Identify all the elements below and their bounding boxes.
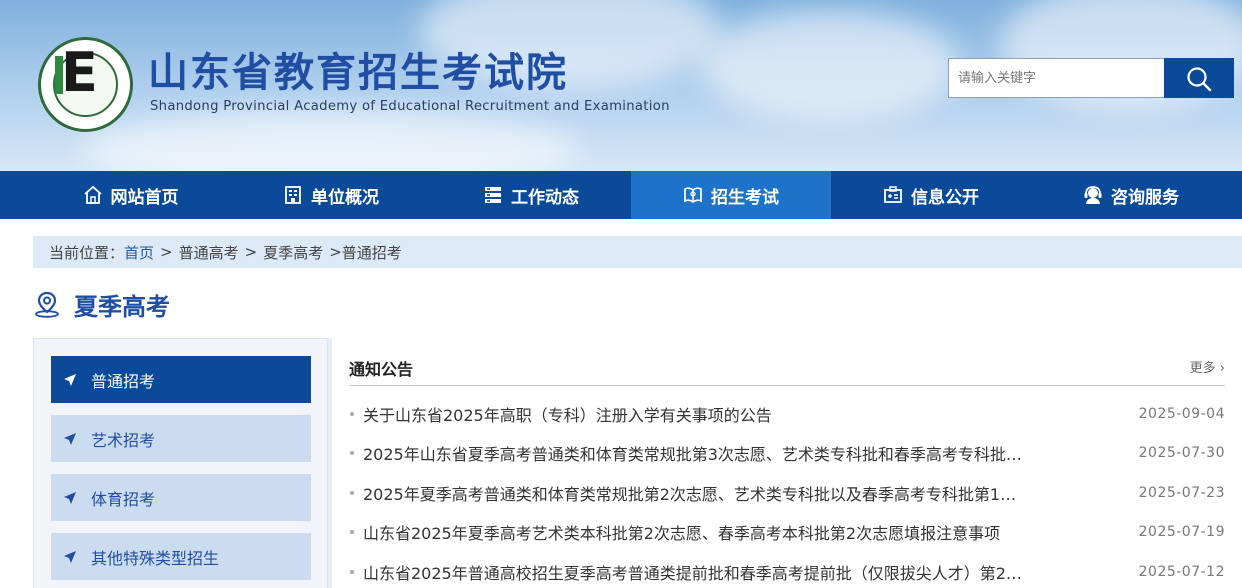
column-divider [328,338,332,588]
bullet-icon [350,490,354,495]
sidebar-item-label: 艺术招考 [91,430,156,450]
nav-item-news[interactable]: 工作动态 [431,171,631,219]
building-icon [285,186,301,204]
notice-title[interactable]: 关于山东省2025年高职（专科）注册入学有关事项的公告 [363,402,1025,426]
breadcrumb-level1-link[interactable]: 普通高考 [179,242,239,263]
nav-item-home[interactable]: 网站首页 [0,171,231,219]
breadcrumb-prefix: 当前位置： [49,243,125,262]
search-button[interactable] [1164,58,1234,98]
list-item[interactable]: 关于山东省2025年高职（专科）注册入学有关事项的公告 2025-09-04 [349,394,1225,434]
nav-item-label: 信息公开 [911,187,979,208]
search-input[interactable] [948,58,1165,98]
sidebar: 普通招考 艺术招考 体育招考 其他特殊类型招生 [33,338,328,588]
notice-date: 2025-07-23 [1138,484,1225,501]
notice-date: 2025-07-19 [1138,524,1225,541]
list-item[interactable]: 2025年山东省夏季高考普通类和体育类常规批第3次志愿、艺术类专科批和春季高考专… [349,434,1225,474]
nav-item-disclosure[interactable]: 信息公开 [831,171,1031,219]
cloud-decoration [80,110,580,171]
sidebar-item-label: 其他特殊类型招生 [91,548,220,568]
nav-item-label: 咨询服务 [1111,187,1179,208]
site-logo[interactable]: E [38,37,133,132]
arrow-icon [64,373,76,386]
sidebar-item-label: 普通招考 [91,371,156,391]
main-nav: 网站首页 单位概况 工作动态 招生考试 信息公开 咨询服务 [0,171,1242,219]
id-card-icon [884,186,902,203]
site-subtitle-english: Shandong Provincial Academy of Education… [150,99,670,114]
arrow-icon [64,550,76,563]
list-item[interactable]: 山东省2025年夏季高考艺术类本科批第2次志愿、春季高考本科批第2次志愿填报注意… [349,513,1225,553]
sidebar-item-general[interactable]: 普通招考 [51,356,311,403]
list-item[interactable]: 2025年夏季高考普通类和体育类常规批第2次志愿、艺术类专科批以及春季高考专科批… [349,473,1225,513]
notice-date: 2025-07-30 [1138,445,1225,462]
list-item[interactable]: 山东省2025年普通高校招生夏季高考普通类提前批和春季高考提前批（仅限拔尖人才）… [349,552,1225,588]
logo-letter: E [61,41,98,104]
arrow-icon [64,491,76,504]
location-pin-icon [35,291,59,318]
site-header: E 山东省教育招生考试院 Shandong Provincial Academy… [0,0,1242,171]
support-icon [1084,186,1102,204]
breadcrumb-separator: > [329,243,342,261]
nav-item-label: 招生考试 [711,187,779,208]
cloud-decoration [700,10,960,120]
notice-heading: 通知公告 [349,360,414,379]
breadcrumb-separator: > [160,243,173,261]
nav-item-about[interactable]: 单位概况 [231,171,431,219]
book-icon [684,187,702,204]
sidebar-item-sports[interactable]: 体育招考 [51,474,311,521]
bullet-icon [350,530,354,535]
section-title: 夏季高考 [74,292,170,321]
arrow-icon [64,432,76,445]
notice-title[interactable]: 2025年夏季高考普通类和体育类常规批第2次志愿、艺术类专科批以及春季高考专科批… [363,481,1025,505]
section-heading: 夏季高考 [34,286,170,322]
nav-item-label: 单位概况 [311,187,379,208]
notice-date: 2025-09-04 [1138,405,1225,422]
breadcrumb-home-link[interactable]: 首页 [124,242,154,263]
notice-title[interactable]: 2025年山东省夏季高考普通类和体育类常规批第3次志愿、艺术类专科批和春季高考专… [363,441,1025,465]
notice-title[interactable]: 山东省2025年夏季高考艺术类本科批第2次志愿、春季高考本科批第2次志愿填报注意… [363,520,1025,544]
search-icon [1187,67,1212,92]
more-label: 更多 [1189,361,1216,376]
breadcrumb-separator: > [244,243,258,261]
sidebar-item-art[interactable]: 艺术招考 [51,415,311,462]
more-link[interactable]: 更多 › [1190,357,1225,376]
breadcrumb: 当前位置： 首页 > 普通高考 > 夏季高考 > 普通招考 [33,236,1242,268]
notice-title[interactable]: 山东省2025年普通高校招生夏季高考普通类提前批和春季高考提前批（仅限拔尖人才）… [363,560,1025,584]
chevron-right-icon: › [1219,361,1225,376]
sidebar-item-label: 体育招考 [91,489,156,509]
sidebar-item-special[interactable]: 其他特殊类型招生 [51,533,311,580]
nav-item-label: 工作动态 [511,187,579,208]
bullet-icon [350,451,354,456]
home-icon [83,185,102,204]
notice-list: 关于山东省2025年高职（专科）注册入学有关事项的公告 2025-09-04 2… [349,394,1225,588]
notice-header: 通知公告 更多 › [349,346,1225,386]
bullet-icon [350,411,354,416]
breadcrumb-current: 普通招考 [341,243,402,262]
notice-date: 2025-07-12 [1138,563,1225,580]
site-title[interactable]: 山东省教育招生考试院 [148,48,568,98]
nav-item-admissions[interactable]: 招生考试 [631,171,831,219]
breadcrumb-level2-link[interactable]: 夏季高考 [263,242,323,263]
bullet-icon [350,569,354,574]
nav-item-consulting[interactable]: 咨询服务 [1031,171,1231,219]
nav-item-label: 网站首页 [110,187,179,208]
list-icon [485,187,501,203]
